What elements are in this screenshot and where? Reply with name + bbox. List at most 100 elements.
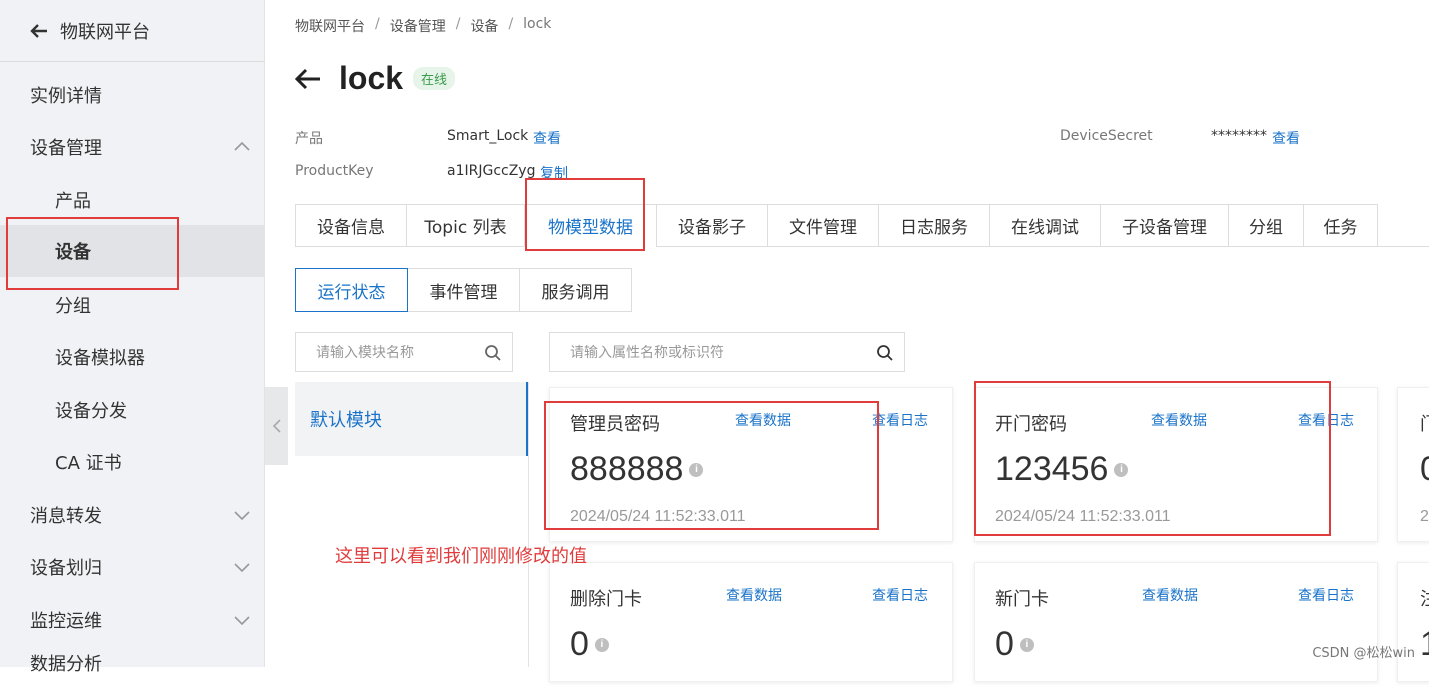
chevron-down-icon <box>234 616 250 626</box>
devicesecret-view-link[interactable]: 查看 <box>1272 128 1300 148</box>
sidebar-item-instance-details[interactable]: 实例详情 <box>0 68 265 122</box>
property-value-row: 0i <box>570 625 609 664</box>
sidebar-item-device-distribution[interactable]: 设备分发 <box>0 383 265 437</box>
property-value-row: 1 <box>1420 625 1429 664</box>
property-name: 门 <box>1420 410 1429 436</box>
property-value-row: 0 <box>1420 450 1429 489</box>
breadcrumb-separator: / <box>508 16 514 32</box>
tab-sub-device-management[interactable]: 子设备管理 <box>1100 204 1228 247</box>
breadcrumb-item[interactable]: 设备管理 <box>390 16 446 36</box>
breadcrumb-separator: / <box>375 16 380 32</box>
back-label: 物联网平台 <box>60 21 150 43</box>
view-log-link[interactable]: 查看日志 <box>872 585 928 605</box>
breadcrumb: 物联网平台 / 设备管理 / 设备 / lock <box>295 16 551 36</box>
property-name: 注 <box>1420 585 1429 611</box>
tab-device-shadow[interactable]: 设备影子 <box>656 204 767 247</box>
property-card-delete-card: 删除门卡 查看数据 查看日志 0i <box>549 562 953 682</box>
subtab-event-management[interactable]: 事件管理 <box>407 268 520 312</box>
page-title: lock <box>339 60 404 96</box>
info-icon[interactable]: i <box>594 637 609 652</box>
sidebar-item-label: 设备管理 <box>30 138 102 159</box>
highlight-box-door-password <box>974 381 1331 536</box>
subtab-service-call[interactable]: 服务调用 <box>519 268 632 312</box>
sidebar-item-label: 设备模拟器 <box>55 348 145 369</box>
tab-file-management[interactable]: 文件管理 <box>767 204 878 247</box>
property-value-row: 0i <box>995 625 1034 664</box>
sidebar-item-device-assignment[interactable]: 设备划归 <box>0 540 265 594</box>
property-value: 0 <box>1420 450 1429 489</box>
property-search-input[interactable]: 请输入属性名称或标识符 <box>549 332 905 372</box>
chevron-down-icon <box>234 563 250 573</box>
sidebar-item-label: 实例详情 <box>30 86 102 107</box>
arrow-left-icon <box>30 23 47 38</box>
property-name: 删除门卡 <box>570 589 642 610</box>
sidebar-item-label: 分组 <box>55 296 91 317</box>
sidebar-item-data-analysis[interactable]: 数据分析 <box>0 650 265 690</box>
highlight-box-tab <box>525 178 645 251</box>
chevron-down-icon <box>234 511 250 521</box>
product-view-link[interactable]: 查看 <box>533 128 561 148</box>
info-icon[interactable]: i <box>1019 637 1034 652</box>
tab-group[interactable]: 分组 <box>1228 204 1303 247</box>
module-item-default[interactable]: 默认模块 <box>295 382 528 456</box>
productkey-label: ProductKey <box>295 163 374 179</box>
module-search-placeholder: 请输入模块名称 <box>316 345 414 361</box>
breadcrumb-item[interactable]: 设备 <box>470 16 498 36</box>
highlight-box-admin-password <box>544 401 879 530</box>
sidebar-item-label: 产品 <box>55 191 91 212</box>
sidebar-item-message-forwarding[interactable]: 消息转发 <box>0 488 265 542</box>
product-label: 产品 <box>295 131 323 147</box>
devicesecret-value: ******** <box>1211 128 1267 144</box>
watermark: CSDN @松松win <box>1312 646 1415 661</box>
view-data-link[interactable]: 查看数据 <box>726 585 782 605</box>
page-header: lock 在线 <box>295 60 456 97</box>
status-badge: 在线 <box>413 67 456 90</box>
search-icon[interactable] <box>484 344 502 362</box>
property-name: 新门卡 <box>995 589 1049 610</box>
property-timestamp: 2 <box>1420 508 1429 525</box>
sidebar-item-monitoring[interactable]: 监控运维 <box>0 593 265 647</box>
tab-device-info[interactable]: 设备信息 <box>295 204 406 247</box>
sidebar-item-label: 消息转发 <box>30 506 102 527</box>
property-value: 1 <box>1420 625 1429 664</box>
sidebar-item-device-management[interactable]: 设备管理 <box>0 120 265 174</box>
product-value: Smart_Lock <box>447 128 529 144</box>
property-card-new-card: 新门卡 查看数据 查看日志 0i <box>974 562 1378 682</box>
tab-online-debug[interactable]: 在线调试 <box>989 204 1100 247</box>
property-card-partial: 注 1 <box>1397 562 1429 682</box>
sidebar-item-label: CA 证书 <box>55 453 122 474</box>
productkey-value: a1IRJGccZyg <box>447 163 536 179</box>
back-to-platform[interactable]: 物联网平台 <box>0 0 265 62</box>
property-value: 0 <box>570 625 589 663</box>
devicesecret-label: DeviceSecret <box>1060 128 1153 144</box>
sidebar-item-label: 设备分发 <box>55 401 127 422</box>
highlight-box-device-nav <box>6 217 179 290</box>
chevron-up-icon <box>234 141 250 151</box>
sidebar-item-ca-cert[interactable]: CA 证书 <box>0 435 265 489</box>
annotation-text: 这里可以看到我们刚刚修改的值 <box>335 546 587 567</box>
property-search-placeholder: 请输入属性名称或标识符 <box>570 345 724 361</box>
sidebar-item-label: 数据分析 <box>30 654 102 675</box>
breadcrumb-current: lock <box>523 16 552 32</box>
sidebar-item-label: 设备划归 <box>30 558 102 579</box>
sidebar-item-label: 监控运维 <box>30 611 102 632</box>
search-icon[interactable] <box>876 344 894 362</box>
module-search-input[interactable]: 请输入模块名称 <box>295 332 513 372</box>
sub-tabs: 运行状态 事件管理 服务调用 <box>295 268 632 312</box>
device-tabs: 设备信息 Topic 列表 物模型数据 设备影子 文件管理 日志服务 在线调试 … <box>295 204 1429 247</box>
tab-log-service[interactable]: 日志服务 <box>878 204 989 247</box>
subtab-running-status[interactable]: 运行状态 <box>295 268 408 312</box>
panel-divider <box>528 382 529 667</box>
back-arrow-icon[interactable] <box>295 68 321 90</box>
property-card-door-partial: 门 0 2 <box>1397 387 1429 542</box>
view-log-link[interactable]: 查看日志 <box>872 410 928 430</box>
sidebar: 物联网平台 实例详情 设备管理 产品 设备 分组 设备模拟器 设备分发 CA 证… <box>0 0 265 675</box>
sidebar-item-device-simulator[interactable]: 设备模拟器 <box>0 330 265 384</box>
breadcrumb-item[interactable]: 物联网平台 <box>295 16 365 36</box>
view-log-link[interactable]: 查看日志 <box>1298 585 1354 605</box>
property-value: 0 <box>995 625 1014 663</box>
tab-topic-list[interactable]: Topic 列表 <box>406 204 524 247</box>
view-data-link[interactable]: 查看数据 <box>1142 585 1198 605</box>
tab-task[interactable]: 任务 <box>1303 204 1378 247</box>
breadcrumb-separator: / <box>455 16 461 32</box>
